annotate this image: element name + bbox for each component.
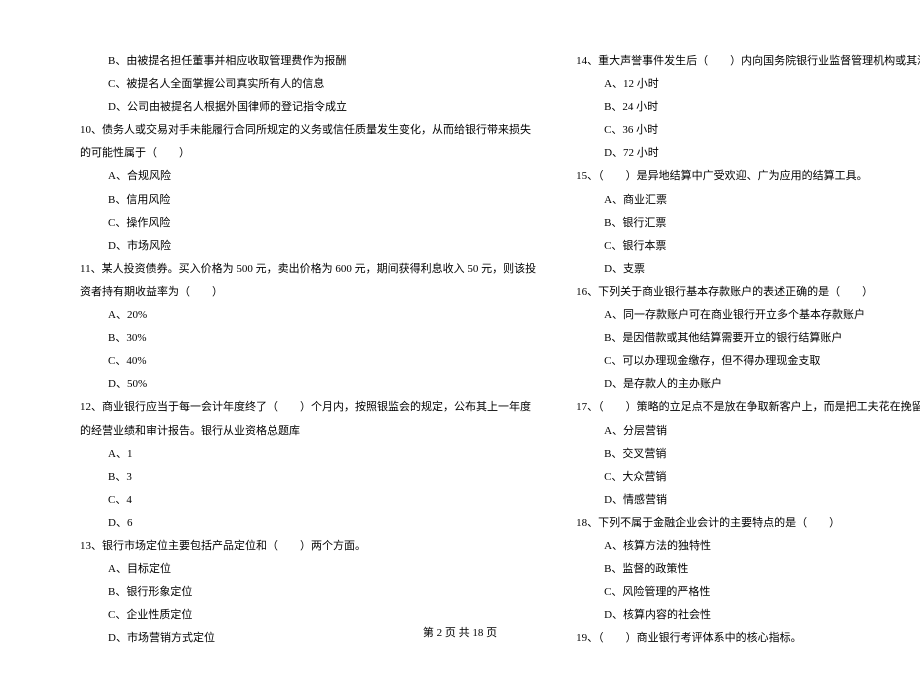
option-text: B、银行形象定位 bbox=[80, 581, 536, 604]
question-text: 10、债务人或交易对手未能履行合同所规定的义务或信任质量发生变化，从而给银行带来… bbox=[80, 119, 536, 142]
option-text: D、72 小时 bbox=[576, 142, 920, 165]
question-text: 的可能性属于（ ） bbox=[80, 142, 536, 165]
option-text: C、可以办理现金缴存，但不得办理现金支取 bbox=[576, 350, 920, 373]
question-text: 18、下列不属于金融企业会计的主要特点的是（ ） bbox=[576, 512, 920, 535]
option-text: C、银行本票 bbox=[576, 235, 920, 258]
question-text: 11、某人投资债券。买入价格为 500 元，卖出价格为 600 元，期间获得利息… bbox=[80, 258, 536, 281]
question-text: 14、重大声誉事件发生后（ ）内向国务院银行业监督管理机构或其派出机构报告有关情… bbox=[576, 50, 920, 73]
option-text: B、30% bbox=[80, 327, 536, 350]
left-column: B、由被提名担任董事并相应收取管理费作为报酬 C、被提名人全面掌握公司真实所有人… bbox=[80, 50, 536, 650]
question-text: 13、银行市场定位主要包括产品定位和（ ）两个方面。 bbox=[80, 535, 536, 558]
option-text: D、支票 bbox=[576, 258, 920, 281]
option-text: D、公司由被提名人根据外国律师的登记指令成立 bbox=[80, 96, 536, 119]
question-text: 15、（ ）是异地结算中广受欢迎、广为应用的结算工具。 bbox=[576, 165, 920, 188]
option-text: C、大众营销 bbox=[576, 466, 920, 489]
document-page: B、由被提名担任董事并相应收取管理费作为报酬 C、被提名人全面掌握公司真实所有人… bbox=[0, 0, 920, 690]
option-text: D、6 bbox=[80, 512, 536, 535]
option-text: D、是存款人的主办账户 bbox=[576, 373, 920, 396]
option-text: A、12 小时 bbox=[576, 73, 920, 96]
option-text: C、操作风险 bbox=[80, 212, 536, 235]
option-text: B、3 bbox=[80, 466, 536, 489]
question-text: 的经营业绩和审计报告。银行从业资格总题库 bbox=[80, 420, 536, 443]
question-text: 12、商业银行应当于每一会计年度终了（ ）个月内，按照银监会的规定，公布其上一年… bbox=[80, 396, 536, 419]
option-text: B、信用风险 bbox=[80, 189, 536, 212]
option-text: C、36 小时 bbox=[576, 119, 920, 142]
option-text: C、40% bbox=[80, 350, 536, 373]
option-text: B、交叉营销 bbox=[576, 443, 920, 466]
option-text: B、监督的政策性 bbox=[576, 558, 920, 581]
page-footer: 第 2 页 共 18 页 bbox=[0, 624, 920, 640]
option-text: B、由被提名担任董事并相应收取管理费作为报酬 bbox=[80, 50, 536, 73]
option-text: B、银行汇票 bbox=[576, 212, 920, 235]
option-text: C、4 bbox=[80, 489, 536, 512]
option-text: A、分层营销 bbox=[576, 420, 920, 443]
option-text: C、风险管理的严格性 bbox=[576, 581, 920, 604]
option-text: A、20% bbox=[80, 304, 536, 327]
option-text: D、50% bbox=[80, 373, 536, 396]
option-text: D、情感营销 bbox=[576, 489, 920, 512]
right-column: 14、重大声誉事件发生后（ ）内向国务院银行业监督管理机构或其派出机构报告有关情… bbox=[576, 50, 920, 650]
option-text: A、同一存款账户可在商业银行开立多个基本存款账户 bbox=[576, 304, 920, 327]
option-text: A、1 bbox=[80, 443, 536, 466]
option-text: A、商业汇票 bbox=[576, 189, 920, 212]
question-text: 17、（ ）策略的立足点不是放在争取新客户上，而是把工夫花在挽留老客户上。 bbox=[576, 396, 920, 419]
option-text: D、市场风险 bbox=[80, 235, 536, 258]
question-text: 资者持有期收益率为（ ） bbox=[80, 281, 536, 304]
option-text: A、合规风险 bbox=[80, 165, 536, 188]
option-text: B、24 小时 bbox=[576, 96, 920, 119]
question-text: 16、下列关于商业银行基本存款账户的表述正确的是（ ） bbox=[576, 281, 920, 304]
option-text: A、目标定位 bbox=[80, 558, 536, 581]
option-text: C、被提名人全面掌握公司真实所有人的信息 bbox=[80, 73, 536, 96]
option-text: A、核算方法的独特性 bbox=[576, 535, 920, 558]
option-text: B、是因借款或其他结算需要开立的银行结算账户 bbox=[576, 327, 920, 350]
